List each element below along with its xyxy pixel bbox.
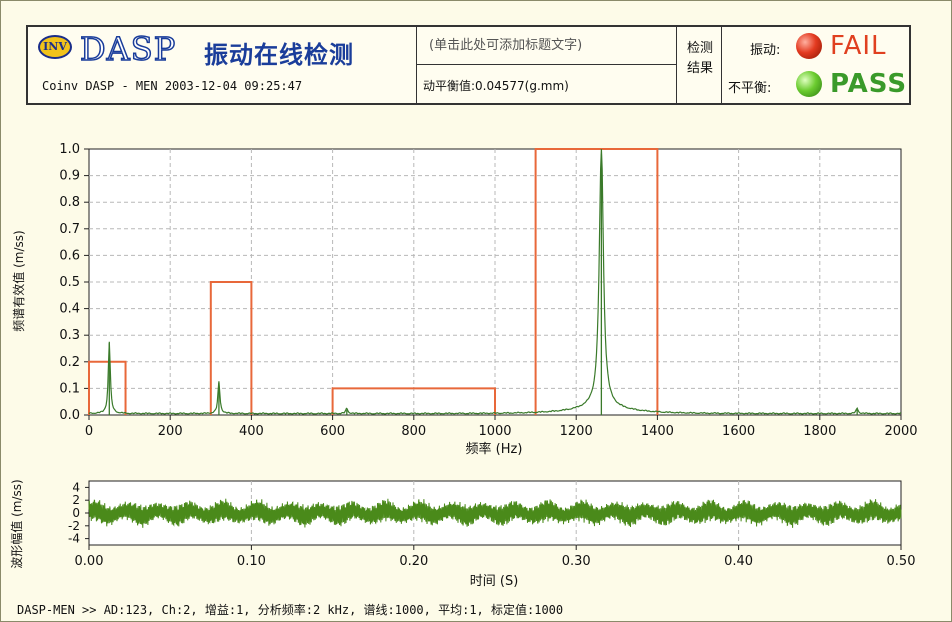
status-footer: DASP-MEN >> AD:123, Ch:2, 增益:1, 分析频率:2 k…: [17, 603, 564, 617]
vibration-status-row: 振动: FAIL: [722, 29, 911, 65]
spectrum-xlabel: 频率 (Hz): [466, 441, 523, 457]
app-title: 振动在线检测: [204, 40, 354, 69]
waveform-ylabel: 波形幅值 (m/ss): [9, 479, 24, 568]
unbalance-status-row: 不平衡: PASS: [722, 67, 911, 103]
spectrum-ytick-label: 0.5: [59, 275, 80, 290]
spectrum-xtick-label: 2000: [884, 424, 917, 439]
spectrum-xtick-label: 1200: [560, 424, 593, 439]
waveform-chart[interactable]: 波形幅值 (m/ss) 时间 (S) 0.00 0.10 0.20 0.30 0.40 0…: [1, 459, 952, 594]
title-cell: (单击此处可添加标题文字) 动平衡值:0.04577(g.mm): [417, 27, 677, 103]
unbalance-label: 不平衡:: [728, 81, 772, 96]
inv-logo: INV: [38, 35, 72, 59]
waveform-xtick-label: 0.30: [562, 554, 591, 569]
waveform-xtick-label: 0.10: [237, 554, 266, 569]
result-label: 检测结果: [686, 41, 713, 76]
spectrum-xtick-label: 1400: [641, 424, 674, 439]
spectrum-xtick-label: 1000: [478, 424, 511, 439]
vibration-status: FAIL: [830, 31, 887, 61]
spectrum-xtick-label: 400: [239, 424, 264, 439]
vibration-label: 振动:: [750, 43, 781, 58]
spectrum-xtick-label: 200: [158, 424, 183, 439]
waveform-xtick-label: 0.40: [724, 554, 753, 569]
spectrum-xtick-label: 600: [320, 424, 345, 439]
status-cell: 振动: FAIL 不平衡: PASS: [722, 27, 911, 103]
spectrum-ytick-label: 0.8: [59, 195, 80, 210]
green-led-icon: [796, 71, 822, 97]
waveform-xtick-label: 0.50: [887, 554, 916, 569]
spectrum-ytick-label: 0.2: [59, 355, 80, 370]
spectrum-ytick-label: 0.9: [59, 169, 80, 184]
spectrum-xtick-label: 1600: [722, 424, 755, 439]
spectrum-ytick-label: 0.1: [59, 381, 80, 396]
red-led-icon: [796, 33, 822, 59]
spectrum-ytick-label: 0.7: [59, 222, 80, 237]
result-label-cell: 检测结果: [677, 27, 722, 103]
balance-value: 动平衡值:0.04577(g.mm): [423, 79, 569, 93]
spectrum-chart[interactable]: 频谱有效值 (m/ss) 频率 (Hz) 0 200 400 600 800 1000 12…: [1, 131, 952, 461]
spectrum-xtick-label: 0: [85, 424, 93, 439]
device-info: Coinv DASP - MEN 2003-12-04 09:25:47: [42, 79, 303, 93]
waveform-xtick-label: 0.20: [399, 554, 428, 569]
spectrum-ytick-label: 1.0: [59, 142, 80, 157]
spectrum-xtick-label: 800: [401, 424, 426, 439]
waveform-xlabel: 时间 (S): [470, 574, 519, 589]
unbalance-status: PASS: [830, 69, 908, 99]
spectrum-ytick-label: 0.6: [59, 248, 80, 263]
spectrum-ylabel: 频谱有效值 (m/ss): [11, 230, 26, 331]
spectrum-ytick-label: 0.3: [59, 328, 80, 343]
add-title-placeholder[interactable]: (单击此处可添加标题文字): [417, 27, 676, 65]
logo-cell: INV DASP 振动在线检测 Coinv DASP - MEN 2003-12…: [28, 27, 417, 103]
report-window: INV DASP 振动在线检测 Coinv DASP - MEN 2003-12…: [0, 0, 952, 622]
waveform-xtick-label: 0.00: [75, 554, 104, 569]
dasp-logo: DASP: [79, 30, 177, 68]
spectrum-ytick-label: 0.0: [59, 408, 80, 423]
report-header: INV DASP 振动在线检测 Coinv DASP - MEN 2003-12…: [26, 25, 911, 105]
spectrum-ytick-label: 0.4: [59, 302, 80, 317]
waveform-ytick-label: -4: [68, 532, 80, 546]
spectrum-xtick-label: 1800: [803, 424, 836, 439]
